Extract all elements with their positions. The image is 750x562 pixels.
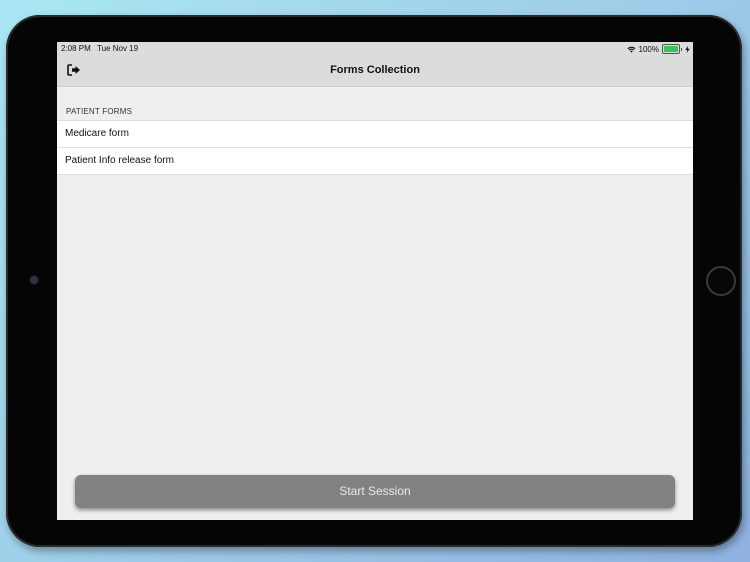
status-bar: 2:08 PM Tue Nov 19 100% [57, 42, 693, 56]
bolt-icon [685, 45, 690, 53]
status-date: Tue Nov 19 [97, 44, 139, 53]
battery-fill [664, 46, 678, 52]
battery-cap [681, 47, 682, 51]
forms-list: Medicare form Patient Info release form [57, 120, 693, 175]
status-indicators: 100% [626, 44, 690, 54]
battery-percent: 100% [638, 44, 659, 54]
list-item-patient-info-release-form[interactable]: Patient Info release form [57, 148, 693, 174]
section-header: PATIENT FORMS [66, 107, 133, 116]
start-session-button[interactable]: Start Session [75, 475, 675, 508]
wifi-icon [626, 46, 636, 53]
camera-dot [30, 276, 38, 284]
navigation-bar: Forms Collection [57, 56, 693, 87]
home-button[interactable] [706, 266, 736, 296]
status-time: 2:08 PM [61, 44, 91, 53]
app-screen: 2:08 PM Tue Nov 19 100% Forms Collection… [57, 42, 693, 520]
battery-icon [662, 44, 680, 54]
list-item-medicare-form[interactable]: Medicare form [57, 121, 693, 148]
page-title: Forms Collection [330, 64, 420, 76]
